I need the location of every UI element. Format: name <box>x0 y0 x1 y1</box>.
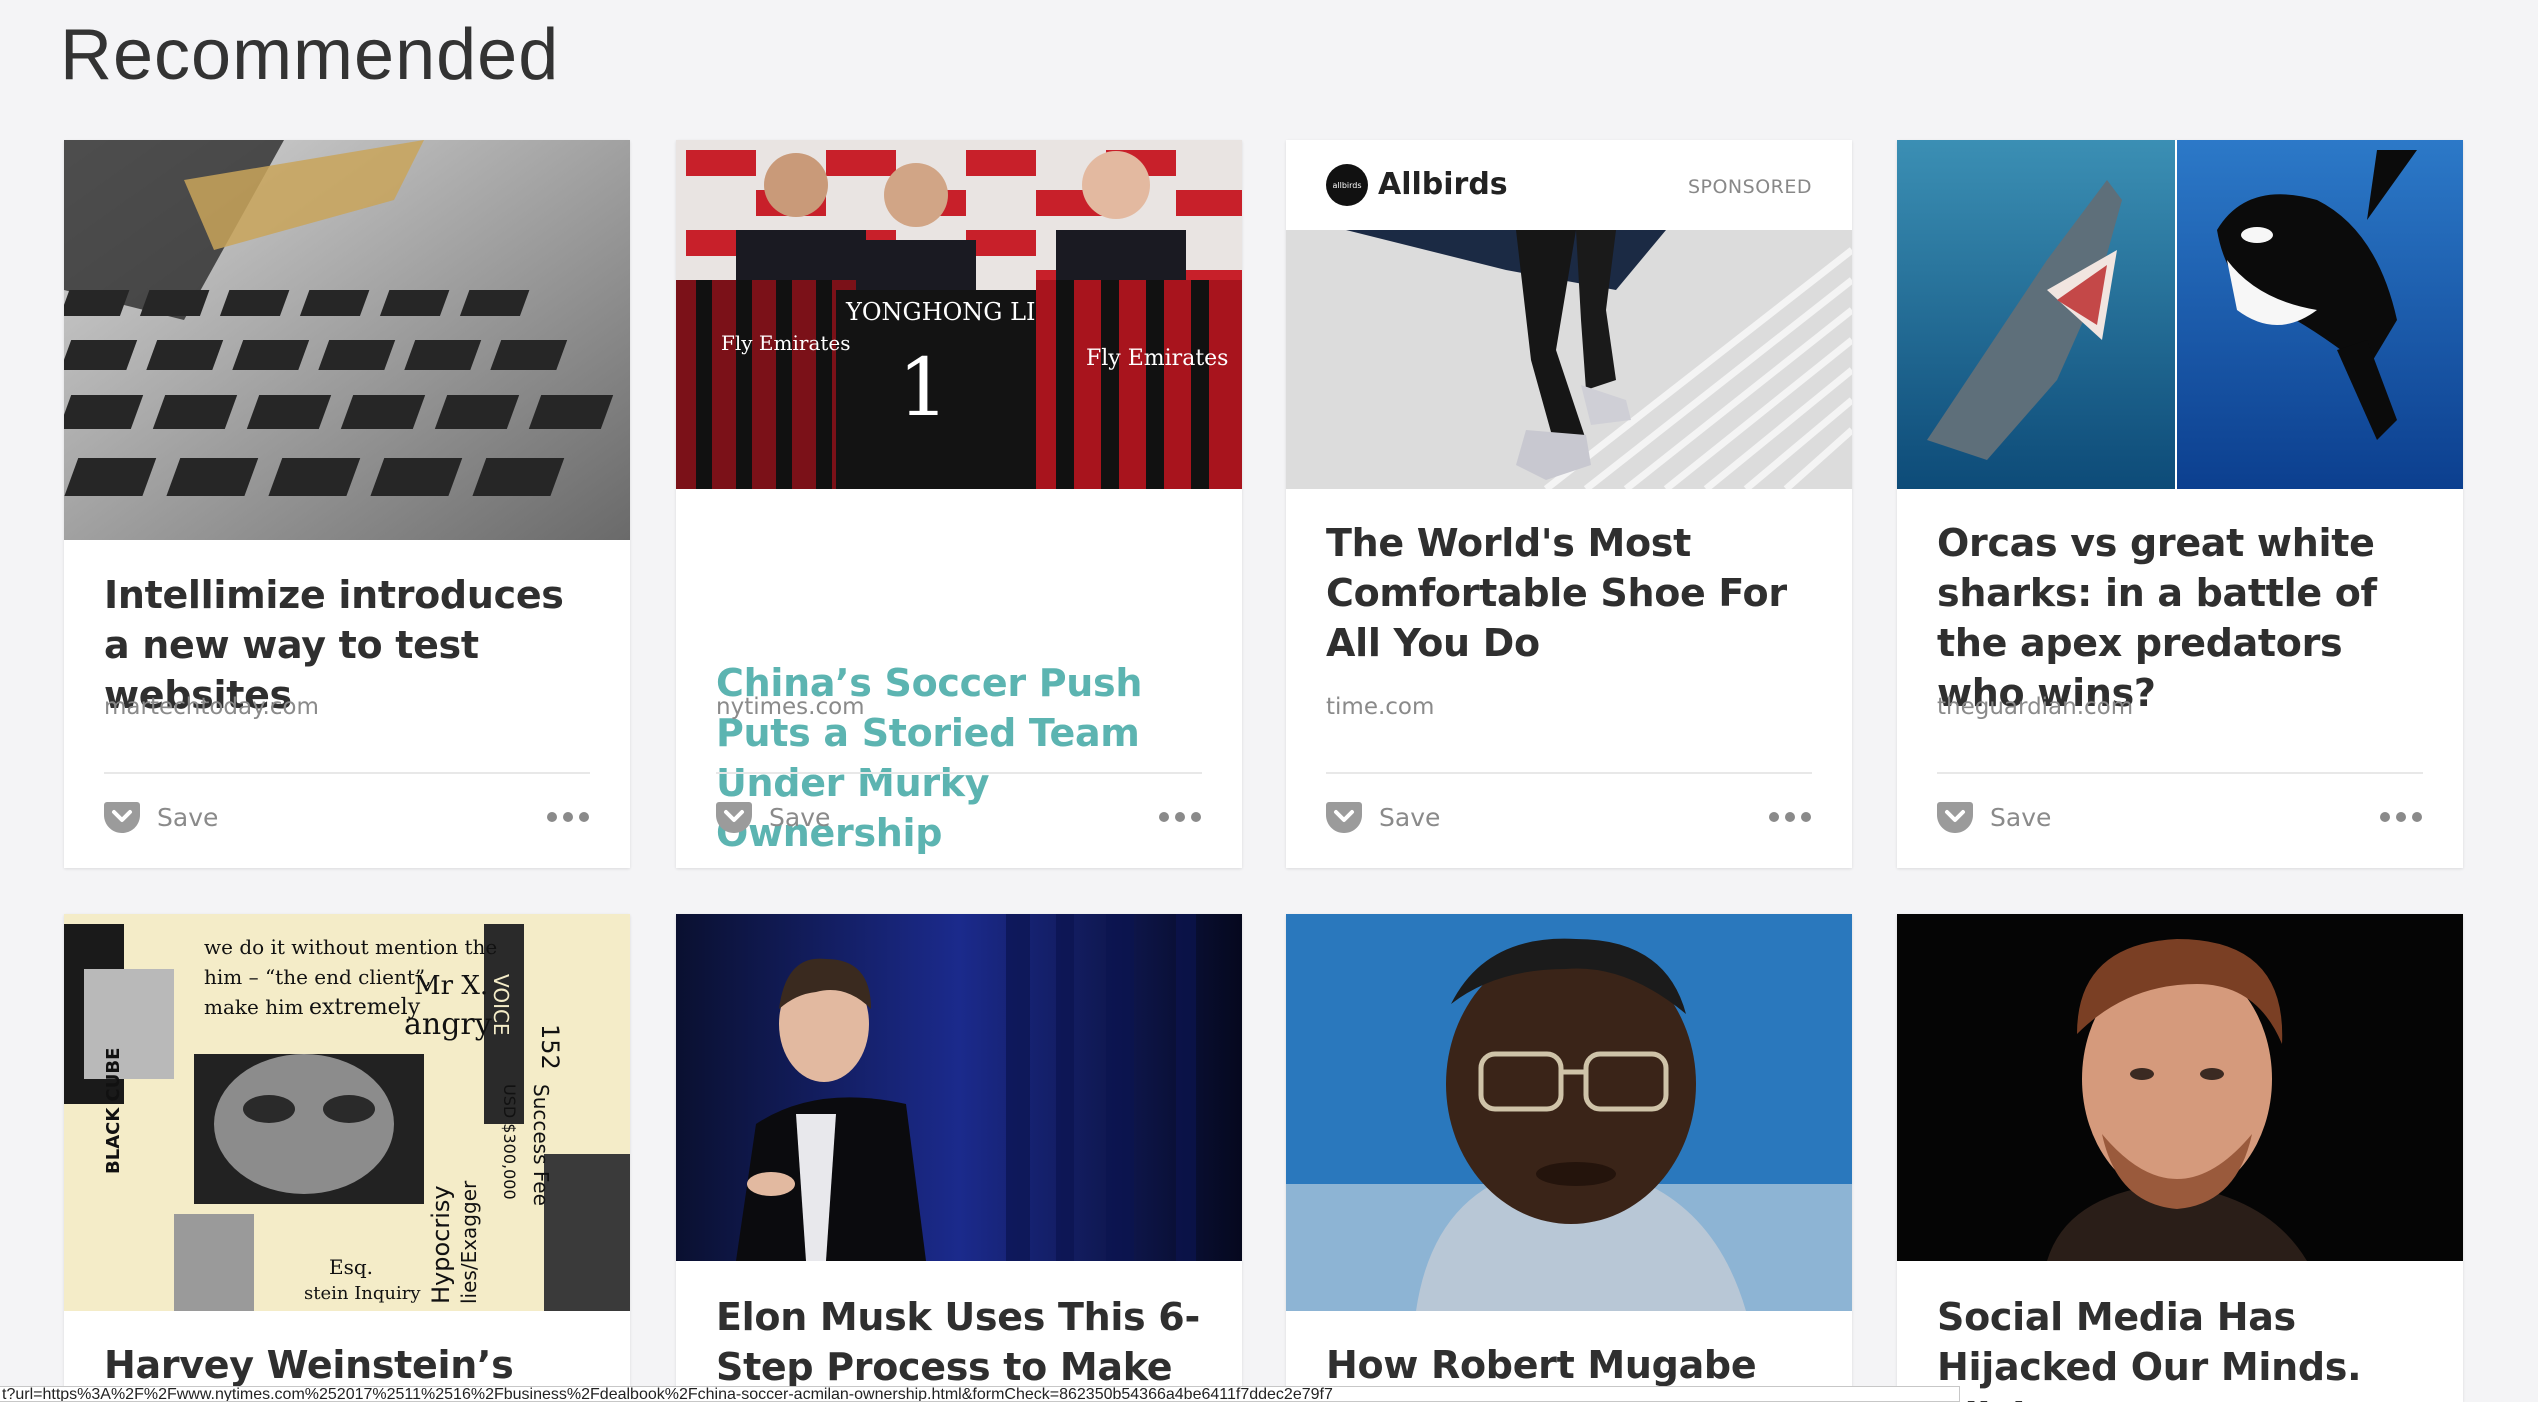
article-card[interactable]: Orcas vs great white sharks: in a battle… <box>1897 140 2463 868</box>
article-image[interactable]: Fly Emirates YONGHONG LI 1 Fly Emirates <box>676 140 1242 489</box>
pocket-icon <box>1937 802 1973 833</box>
pocket-icon <box>716 802 752 833</box>
ellipsis-icon <box>547 812 589 822</box>
article-card[interactable]: How Robert Mugabe held <box>1286 914 1852 1402</box>
more-options-button[interactable] <box>1158 810 1202 830</box>
jersey-text-left: Fly Emirates <box>721 331 851 355</box>
article-image[interactable] <box>64 140 630 540</box>
sponsored-label: SPONSORED <box>1687 176 1812 198</box>
article-source: time.com <box>1326 694 1435 720</box>
collage-text: Hypocrisy <box>427 1185 455 1304</box>
article-source: martechtoday.com <box>104 694 319 720</box>
save-label: Save <box>769 802 831 832</box>
collage-text: him – “the end client”, <box>204 965 432 989</box>
article-image[interactable]: we do it without mention the him – “the … <box>64 914 630 1311</box>
article-card[interactable]: Elon Musk Uses This 6-Step Process to Ma… <box>676 914 1242 1402</box>
article-title[interactable]: Elon Musk Uses This 6-Step Process to Ma… <box>716 1292 1206 1392</box>
article-image[interactable] <box>1897 914 2463 1261</box>
card-divider <box>104 772 590 774</box>
article-title[interactable]: Orcas vs great white sharks: in a battle… <box>1937 518 2427 718</box>
collage-text: make him <box>204 995 303 1019</box>
pocket-icon <box>1326 802 1362 833</box>
collage-text: 152 <box>536 1024 564 1070</box>
ellipsis-icon <box>2380 812 2422 822</box>
collage-text: Esq. <box>329 1255 373 1279</box>
card-divider <box>1326 772 1812 774</box>
collage-text: BLACK CUBE <box>103 1048 124 1174</box>
section-heading: Recommended <box>60 15 560 95</box>
more-options-button[interactable] <box>546 810 590 830</box>
article-title[interactable]: Social Media Has Hijacked Our Minds. Cli… <box>1937 1292 2427 1402</box>
save-label: Save <box>157 802 219 832</box>
article-card[interactable]: we do it without mention the him – “the … <box>64 914 630 1402</box>
collage-text: VOICE <box>489 974 513 1036</box>
ellipsis-icon <box>1769 812 1811 822</box>
article-card[interactable]: Social Media Has Hijacked Our Minds. Cli… <box>1897 914 2463 1402</box>
collage-text: lies/Exagger <box>457 1180 481 1304</box>
article-title[interactable]: The World's Most Comfortable Shoe For Al… <box>1326 518 1816 668</box>
save-button[interactable]: Save <box>1937 800 2051 834</box>
article-image[interactable] <box>1286 914 1852 1311</box>
article-image[interactable] <box>1897 140 2463 489</box>
jersey-number: 1 <box>898 341 949 434</box>
pocket-icon <box>104 802 140 833</box>
collage-text: USD $300,000 <box>500 1084 519 1200</box>
ellipsis-icon <box>1159 812 1201 822</box>
sponsored-card[interactable]: allbirds Allbirds SPONSORED The World's … <box>1286 140 1852 868</box>
collage-text: Success Fee <box>529 1084 553 1206</box>
save-label: Save <box>1379 802 1441 832</box>
article-source: nytimes.com <box>716 694 865 720</box>
jersey-text-right: Fly Emirates <box>1086 346 1228 371</box>
collage-text: we do it without mention the <box>204 935 497 959</box>
save-button[interactable]: Save <box>1326 800 1440 834</box>
article-card[interactable]: Fly Emirates YONGHONG LI 1 Fly Emirates … <box>676 140 1242 868</box>
collage-text: stein Inquiry <box>304 1283 421 1304</box>
article-card[interactable]: Intellimize introduces a new way to test… <box>64 140 630 868</box>
article-image[interactable] <box>676 914 1242 1261</box>
jersey-name: YONGHONG LI <box>845 298 1036 326</box>
sponsor-header: allbirds Allbirds SPONSORED <box>1286 140 1852 230</box>
save-button[interactable]: Save <box>716 800 830 834</box>
article-image[interactable] <box>1286 230 1852 489</box>
article-source: theguardian.com <box>1937 694 2134 720</box>
status-bar-url: t?url=https%3A%2F%2Fwww.nytimes.com%2520… <box>0 1386 1960 1402</box>
card-divider <box>1937 772 2423 774</box>
collage-text: angry <box>404 1007 492 1042</box>
more-options-button[interactable] <box>1768 810 1812 830</box>
save-button[interactable]: Save <box>104 800 218 834</box>
collage-text: Mr X. <box>414 971 488 1001</box>
sponsor-name[interactable]: Allbirds <box>1378 164 1508 206</box>
save-label: Save <box>1990 802 2052 832</box>
more-options-button[interactable] <box>2379 810 2423 830</box>
sponsor-logo: allbirds <box>1326 164 1368 206</box>
card-divider <box>716 772 1202 774</box>
